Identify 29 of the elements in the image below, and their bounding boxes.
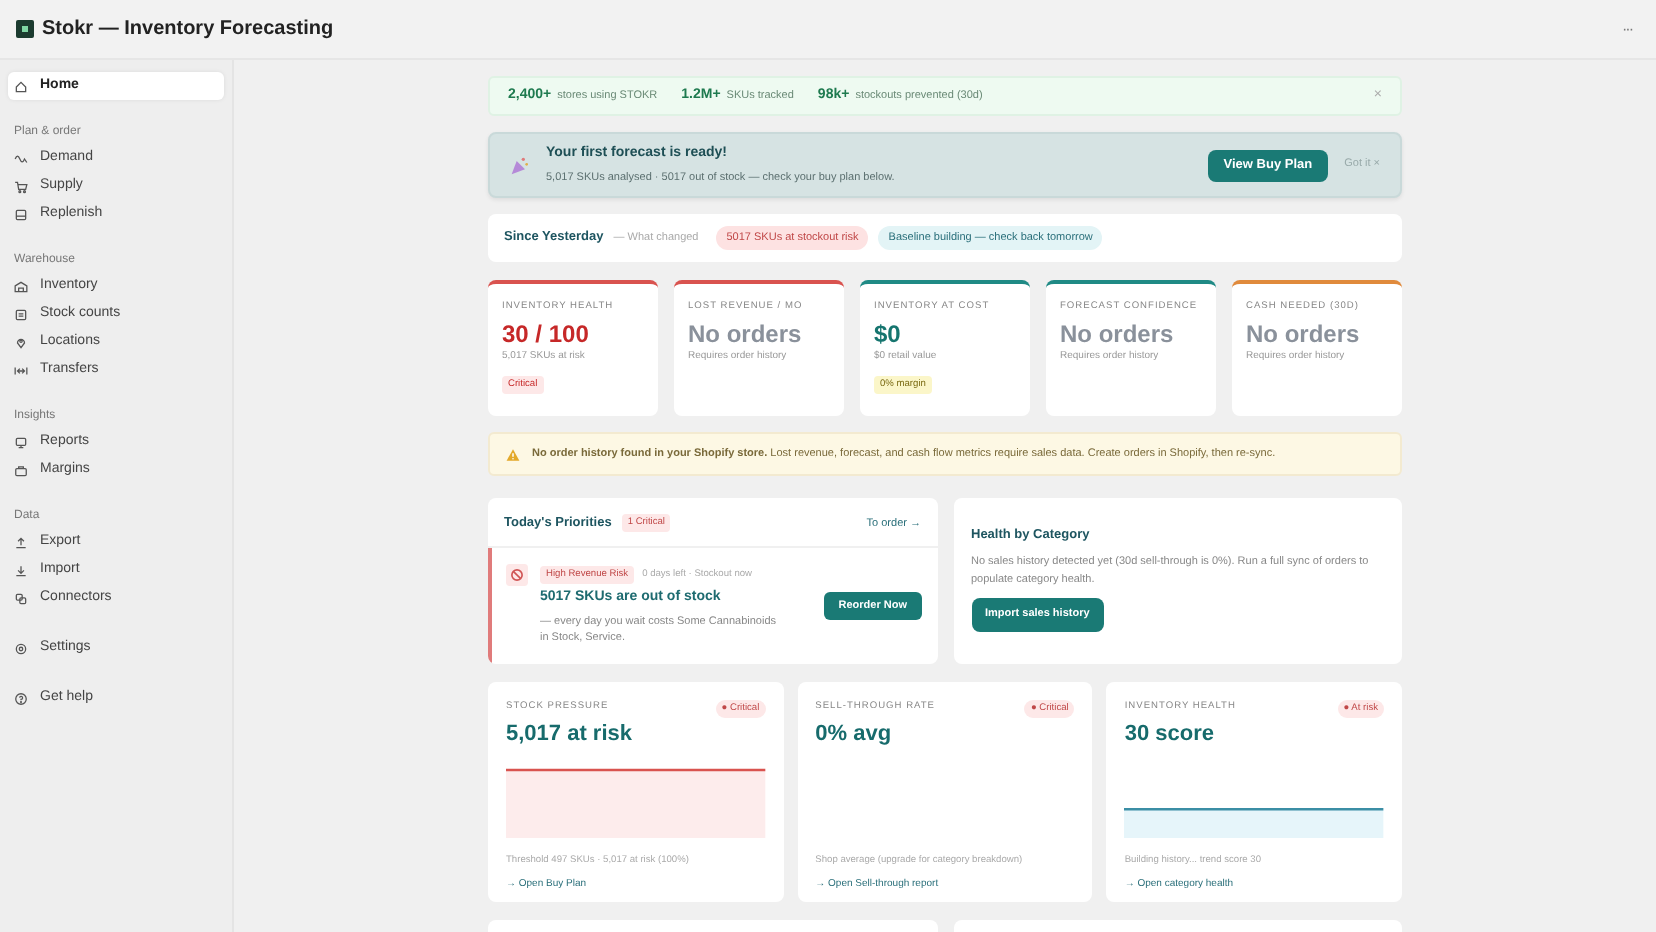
app-logo-icon: [16, 20, 34, 38]
arrows-icon: [14, 363, 28, 377]
kpi-value: 30 / 100: [502, 320, 589, 349]
metric-value: 5,017 at risk: [506, 720, 634, 751]
gear-icon: [14, 641, 28, 655]
warehouse-icon: [14, 279, 28, 293]
metric-value: 0% avg: [815, 720, 894, 751]
help-icon: [14, 691, 28, 705]
kpi-value: No orders: [688, 320, 802, 349]
wave-icon: [14, 151, 28, 165]
menu-button[interactable]: ···: [1614, 17, 1640, 41]
briefcase-icon: [14, 463, 28, 477]
home-icon: [14, 79, 28, 93]
upload-icon: [14, 535, 28, 549]
warning-icon: [506, 447, 520, 461]
cart-icon: [14, 179, 28, 193]
party-popper-icon: [510, 155, 530, 175]
report-icon: [14, 435, 28, 449]
kpi-value: No orders: [1060, 320, 1174, 349]
download-icon: [14, 563, 28, 577]
tray-icon: [14, 207, 28, 221]
window-title: Stokr — Inventory Forecasting: [42, 16, 334, 44]
alert-circle-icon: [506, 563, 528, 586]
kpi-value: No orders: [1246, 320, 1360, 349]
kpi-value: $0: [874, 320, 901, 349]
clipboard-icon: [14, 307, 28, 321]
pin-icon: [14, 335, 28, 349]
plug-icon: [14, 591, 28, 605]
metric-value: 30 score: [1124, 720, 1216, 751]
